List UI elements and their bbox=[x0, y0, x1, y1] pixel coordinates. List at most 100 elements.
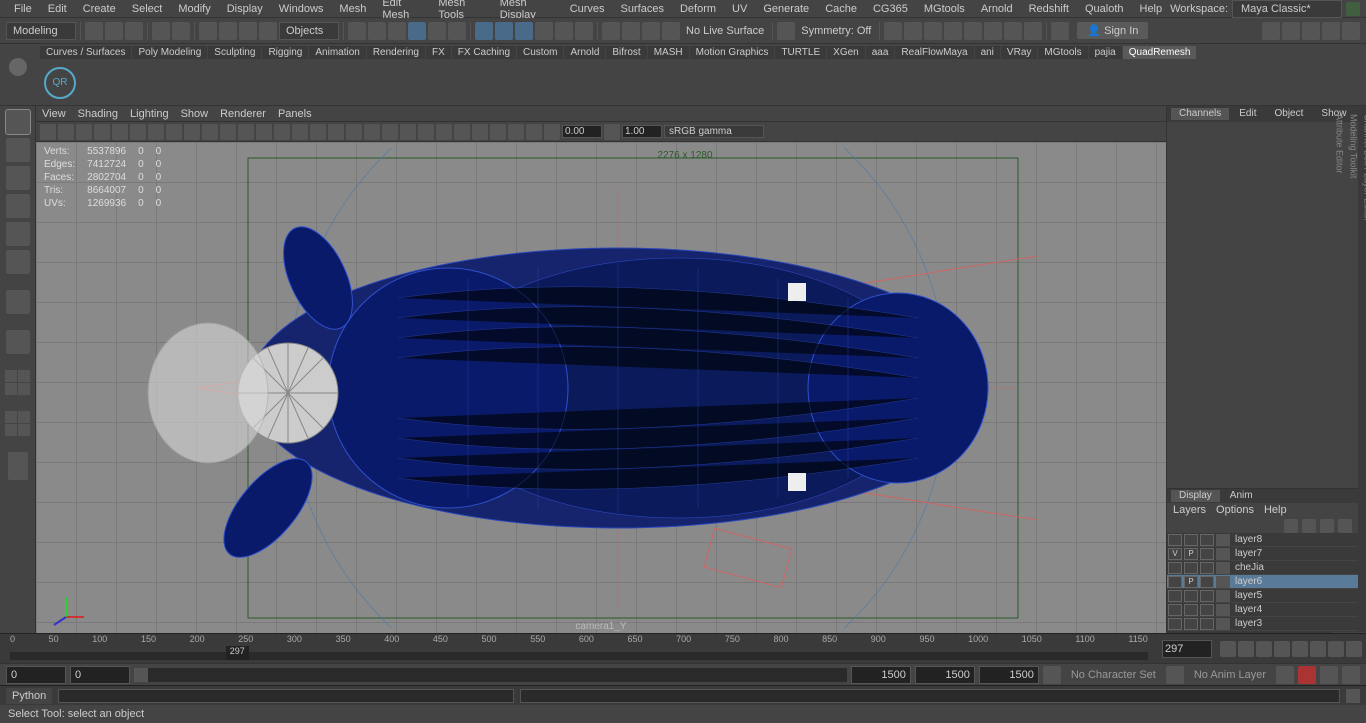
safe-action-icon[interactable] bbox=[238, 124, 254, 140]
menu-select[interactable]: Select bbox=[124, 3, 171, 15]
layer-display-type[interactable] bbox=[1200, 590, 1214, 602]
layer-row[interactable]: VPlayer7 bbox=[1167, 547, 1358, 561]
menu-help[interactable]: Help bbox=[1132, 3, 1171, 15]
layer-menu-options[interactable]: Options bbox=[1216, 504, 1254, 516]
interactive2-icon[interactable] bbox=[495, 22, 513, 40]
light-editor-icon[interactable] bbox=[924, 22, 942, 40]
grid-icon[interactable] bbox=[148, 124, 164, 140]
single-view-icon[interactable] bbox=[6, 330, 30, 354]
outliner-icon[interactable] bbox=[8, 452, 28, 480]
exposure-input[interactable] bbox=[562, 125, 602, 138]
hypershade-icon[interactable] bbox=[884, 22, 902, 40]
current-frame-marker[interactable]: 297 bbox=[226, 646, 249, 660]
menu-cg365[interactable]: CG365 bbox=[865, 3, 916, 15]
vtab-modeling-toolkit[interactable]: Modeling Toolkit bbox=[1346, 106, 1360, 633]
select-edge-icon[interactable] bbox=[219, 22, 237, 40]
render-view-icon[interactable] bbox=[904, 22, 922, 40]
step-back-icon[interactable] bbox=[1256, 641, 1272, 657]
layer-playback-toggle[interactable]: P bbox=[1184, 576, 1198, 588]
ambient-occlusion-icon[interactable] bbox=[400, 124, 416, 140]
subtab-anim[interactable]: Anim bbox=[1222, 490, 1261, 502]
symmetry-icon[interactable] bbox=[777, 22, 795, 40]
menu-arnold[interactable]: Arnold bbox=[973, 3, 1021, 15]
layer-color-swatch[interactable] bbox=[1216, 576, 1230, 588]
menu-create[interactable]: Create bbox=[75, 3, 124, 15]
layer-display-type[interactable] bbox=[1200, 604, 1214, 616]
panel-menu-lighting[interactable]: Lighting bbox=[130, 108, 169, 120]
paint-select-tool-icon[interactable] bbox=[6, 166, 30, 190]
lock-camera-icon[interactable] bbox=[58, 124, 74, 140]
script-lang-dropdown[interactable]: Python bbox=[6, 688, 52, 704]
quadremesh-icon[interactable]: QR bbox=[44, 67, 76, 99]
layer-display-type[interactable] bbox=[1200, 534, 1214, 546]
pause-icon[interactable] bbox=[1024, 22, 1042, 40]
layer-color-swatch[interactable] bbox=[1216, 590, 1230, 602]
lasso-tool-icon[interactable] bbox=[6, 138, 30, 162]
layer-playback-toggle[interactable] bbox=[1184, 590, 1198, 602]
current-frame-input[interactable] bbox=[1162, 640, 1212, 658]
shelf-tab-mgtools[interactable]: MGtools bbox=[1038, 46, 1087, 59]
humanik-icon[interactable] bbox=[1282, 22, 1300, 40]
layer-playback-toggle[interactable] bbox=[1184, 534, 1198, 546]
shelf-tab-xgen[interactable]: XGen bbox=[827, 46, 865, 59]
motion-blur-icon[interactable] bbox=[418, 124, 434, 140]
snap-grid-icon[interactable] bbox=[348, 22, 366, 40]
layer-display-type[interactable] bbox=[1200, 618, 1214, 630]
shelf-tab-curves[interactable]: Curves / Surfaces bbox=[40, 46, 131, 59]
range-end-input[interactable] bbox=[851, 666, 911, 684]
image-plane-icon[interactable] bbox=[94, 124, 110, 140]
snap-curve-icon[interactable] bbox=[368, 22, 386, 40]
shelf-tab-realflow[interactable]: RealFlowMaya bbox=[895, 46, 973, 59]
layer-row[interactable]: layer8 bbox=[1167, 533, 1358, 547]
layer-row[interactable]: Player6 bbox=[1167, 575, 1358, 589]
layer-display-type[interactable] bbox=[1200, 562, 1214, 574]
channel-box-icon[interactable] bbox=[1342, 22, 1360, 40]
field-chart-icon[interactable] bbox=[220, 124, 236, 140]
2d-pan-icon[interactable] bbox=[112, 124, 128, 140]
gamma-input[interactable] bbox=[622, 125, 662, 138]
layer-playback-toggle[interactable] bbox=[1184, 618, 1198, 630]
lock-icon[interactable] bbox=[1346, 2, 1360, 16]
layer-color-swatch[interactable] bbox=[1216, 548, 1230, 560]
history2-icon[interactable] bbox=[555, 22, 573, 40]
shelf-home-icon[interactable] bbox=[9, 58, 27, 76]
layer-row[interactable]: cheJia bbox=[1167, 561, 1358, 575]
undo-icon[interactable] bbox=[152, 22, 170, 40]
shelf-tab-ani[interactable]: ani bbox=[975, 46, 1000, 59]
shelf-tab-vray[interactable]: VRay bbox=[1001, 46, 1037, 59]
playblast-icon[interactable] bbox=[984, 22, 1002, 40]
layer-visibility-toggle[interactable] bbox=[1168, 562, 1182, 574]
layer-display-type[interactable] bbox=[1200, 576, 1214, 588]
layer-playback-toggle[interactable] bbox=[1184, 562, 1198, 574]
panel-menu-panels[interactable]: Panels bbox=[278, 108, 312, 120]
shelf-tab-fxcache[interactable]: FX Caching bbox=[452, 46, 516, 59]
shelf-tab-quadremesh[interactable]: QuadRemesh bbox=[1123, 46, 1197, 59]
colorspace-dropdown[interactable]: sRGB gamma bbox=[664, 125, 764, 138]
playback-prefs-icon[interactable] bbox=[1320, 666, 1338, 684]
layer-color-swatch[interactable] bbox=[1216, 604, 1230, 616]
layer-menu-layers[interactable]: Layers bbox=[1173, 504, 1206, 516]
xray-components-icon[interactable] bbox=[508, 124, 524, 140]
menu-windows[interactable]: Windows bbox=[271, 3, 332, 15]
layer-visibility-toggle[interactable]: V bbox=[1168, 548, 1182, 560]
menuset-dropdown[interactable]: Modeling bbox=[6, 22, 76, 40]
menu-cache[interactable]: Cache bbox=[817, 3, 865, 15]
select-tool-icon[interactable] bbox=[6, 110, 30, 134]
tab-channels[interactable]: Channels bbox=[1171, 108, 1229, 120]
shelf-config-icon[interactable] bbox=[11, 78, 25, 92]
panel-menu-view[interactable]: View bbox=[42, 108, 66, 120]
menu-file[interactable]: File bbox=[6, 3, 40, 15]
shelf-tab-mograph[interactable]: Motion Graphics bbox=[690, 46, 775, 59]
vtab-channel-box[interactable]: Channel Box / Layer Editor bbox=[1360, 106, 1366, 633]
shelf-tab-poly[interactable]: Poly Modeling bbox=[132, 46, 207, 59]
panel-menu-show[interactable]: Show bbox=[181, 108, 209, 120]
render-settings-icon[interactable] bbox=[642, 22, 660, 40]
command-input[interactable] bbox=[58, 689, 514, 703]
layer-move-up-icon[interactable] bbox=[1284, 519, 1298, 533]
tab-object[interactable]: Object bbox=[1267, 108, 1312, 120]
history-icon[interactable] bbox=[535, 22, 553, 40]
ipr-icon[interactable] bbox=[622, 22, 640, 40]
render-setup-icon[interactable] bbox=[944, 22, 962, 40]
modeling-toolkit-icon[interactable] bbox=[1262, 22, 1280, 40]
wireframe-shaded-icon[interactable] bbox=[346, 124, 362, 140]
